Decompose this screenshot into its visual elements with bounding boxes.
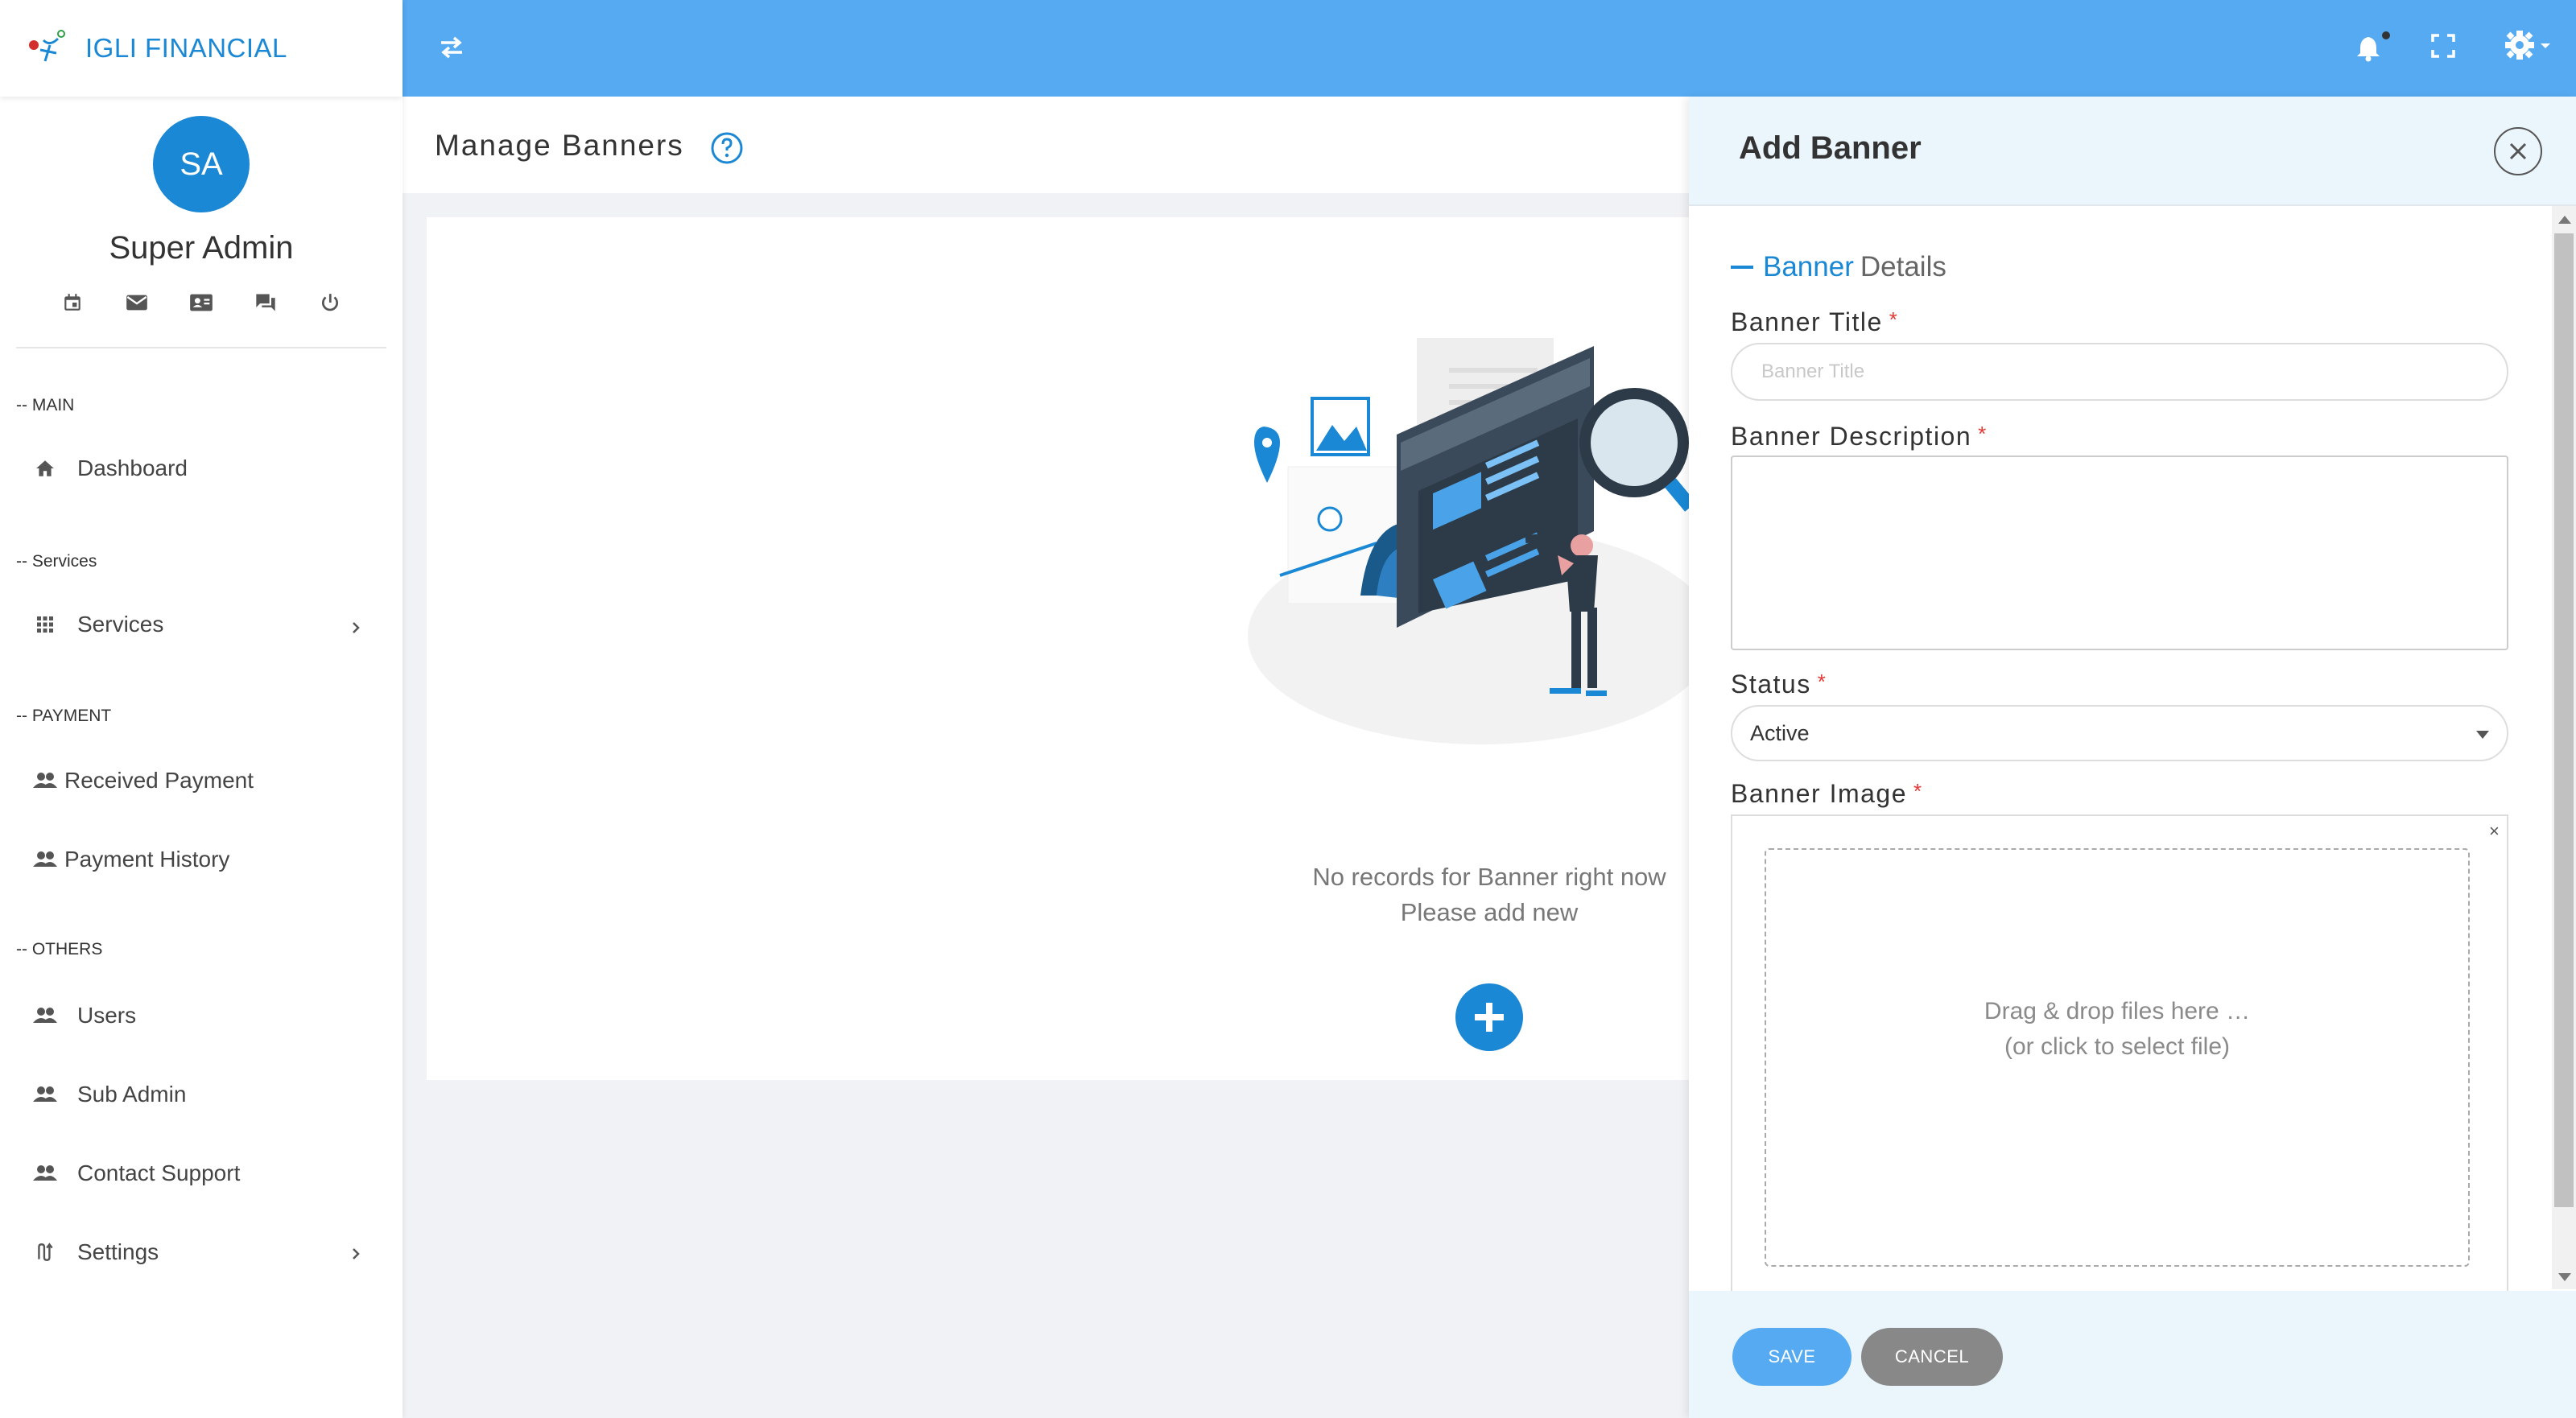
- required-mark: *: [1817, 670, 1827, 694]
- mail-icon[interactable]: [125, 291, 149, 315]
- collapse-dash-icon: [1731, 266, 1753, 269]
- section-label-payment: -- PAYMENT: [16, 707, 112, 725]
- required-mark: *: [1978, 422, 1988, 446]
- people-icon: [32, 847, 58, 872]
- sidebar-item-services[interactable]: Services: [32, 612, 163, 637]
- add-banner-button[interactable]: [1455, 983, 1523, 1051]
- chevron-right-icon[interactable]: [348, 1246, 364, 1262]
- people-icon: [32, 1160, 58, 1186]
- close-button[interactable]: [2494, 127, 2542, 175]
- page-title: Manage Banners: [435, 129, 684, 162]
- brand-header[interactable]: IGLI FINANCIAL: [0, 0, 402, 97]
- empty-message: No records for Banner right now: [1312, 863, 1666, 891]
- required-mark: *: [1889, 307, 1899, 332]
- add-banner-drawer: Add Banner Banner Details Banner Title * …: [1689, 97, 2576, 1418]
- clear-file-icon[interactable]: ×: [2489, 821, 2500, 842]
- required-mark: *: [1913, 779, 1923, 803]
- plus-icon: [1475, 1003, 1504, 1032]
- gear-icon[interactable]: [2504, 29, 2553, 61]
- sidebar-item-label: Dashboard: [77, 455, 188, 480]
- sidebar-item-label: Contact Support: [77, 1160, 241, 1185]
- section-title-primary: Banner: [1763, 251, 1854, 282]
- status-label-text: Status: [1731, 670, 1811, 699]
- contact-card-icon[interactable]: [189, 291, 213, 315]
- power-icon[interactable]: [318, 291, 342, 315]
- empty-message-hint: Please add new: [1400, 898, 1579, 926]
- banner-description-textarea[interactable]: [1731, 455, 2508, 650]
- sidebar-item-received-payment[interactable]: Received Payment: [32, 768, 254, 794]
- sidebar-item-sub-admin[interactable]: Sub Admin: [32, 1082, 186, 1107]
- section-title-secondary: Details: [1860, 251, 1946, 282]
- bell-icon[interactable]: [2355, 31, 2391, 63]
- top-bar: [402, 0, 2576, 97]
- scroll-down-arrow-icon[interactable]: [2558, 1273, 2571, 1281]
- section-title-banner-details[interactable]: Banner Details: [1731, 251, 1946, 283]
- caret-down-icon: [2476, 731, 2489, 739]
- profile: SA Super Admin: [0, 97, 402, 348]
- profile-name: Super Admin: [109, 230, 294, 266]
- sidebar-item-label: Services: [77, 612, 164, 637]
- settings-route-icon: [32, 1239, 58, 1265]
- brand-name: IGLI FINANCIAL: [85, 33, 287, 63]
- scroll-up-arrow-icon[interactable]: [2558, 216, 2571, 224]
- people-icon: [32, 768, 58, 794]
- home-icon: [32, 455, 58, 481]
- sidebar-item-label: Payment History: [64, 847, 230, 872]
- apps-grid-icon: [32, 612, 58, 637]
- chevron-right-icon[interactable]: [348, 620, 364, 636]
- section-label-main: -- MAIN: [16, 396, 75, 414]
- banner-title-input[interactable]: [1731, 343, 2508, 401]
- sidebar: IGLI FINANCIAL SA Super Admin -- MAIN Da…: [0, 0, 402, 1418]
- dropzone-hint: (or click to select file): [2004, 1033, 2231, 1060]
- drawer-title: Add Banner: [1739, 130, 1922, 166]
- close-icon: [2509, 142, 2527, 160]
- people-icon: [32, 1003, 58, 1028]
- drawer-header: Add Banner: [1689, 97, 2576, 206]
- sidebar-item-payment-history[interactable]: Payment History: [32, 847, 229, 872]
- sidebar-item-users[interactable]: Users: [32, 1003, 136, 1028]
- sidebar-item-label: Received Payment: [64, 768, 254, 793]
- sidebar-item-settings[interactable]: Settings: [32, 1239, 159, 1265]
- scrollbar-thumb[interactable]: [2554, 233, 2574, 1207]
- banner-image-label: Banner Image *: [1731, 779, 1923, 809]
- fullscreen-icon[interactable]: [2431, 34, 2455, 58]
- banner-image-label-text: Banner Image: [1731, 779, 1908, 808]
- brand-logo-icon: [29, 30, 65, 62]
- status-select-value: Active: [1750, 720, 1810, 745]
- people-icon: [32, 1082, 58, 1107]
- swap-arrows-icon[interactable]: [438, 35, 465, 60]
- banner-description-label-text: Banner Description: [1731, 422, 1972, 451]
- status-label: Status *: [1731, 670, 1827, 699]
- profile-quick-links: [0, 291, 402, 315]
- cancel-button[interactable]: CANCEL: [1861, 1328, 2003, 1386]
- avatar[interactable]: SA: [153, 116, 250, 212]
- chat-icon[interactable]: [254, 291, 278, 315]
- sidebar-divider: [16, 347, 386, 348]
- empty-state-illustration: [1248, 338, 1690, 744]
- sidebar-item-label: Users: [77, 1003, 137, 1028]
- status-select[interactable]: Active: [1731, 705, 2508, 761]
- calendar-icon[interactable]: [60, 291, 85, 315]
- sidebar-item-dashboard[interactable]: Dashboard: [32, 455, 188, 481]
- sidebar-item-label: Settings: [77, 1239, 159, 1264]
- sidebar-item-contact-support[interactable]: Contact Support: [32, 1160, 240, 1186]
- dropzone-text: Drag & drop files here …: [1984, 998, 2251, 1024]
- sidebar-item-label: Sub Admin: [77, 1082, 187, 1107]
- help-icon[interactable]: [710, 131, 744, 165]
- save-button[interactable]: SAVE: [1732, 1328, 1852, 1386]
- banner-description-label: Banner Description *: [1731, 422, 1988, 451]
- section-label-services: -- Services: [16, 552, 97, 571]
- banner-title-label: Banner Title *: [1731, 307, 1898, 337]
- section-label-others: -- OTHERS: [16, 940, 103, 958]
- banner-title-label-text: Banner Title: [1731, 307, 1883, 336]
